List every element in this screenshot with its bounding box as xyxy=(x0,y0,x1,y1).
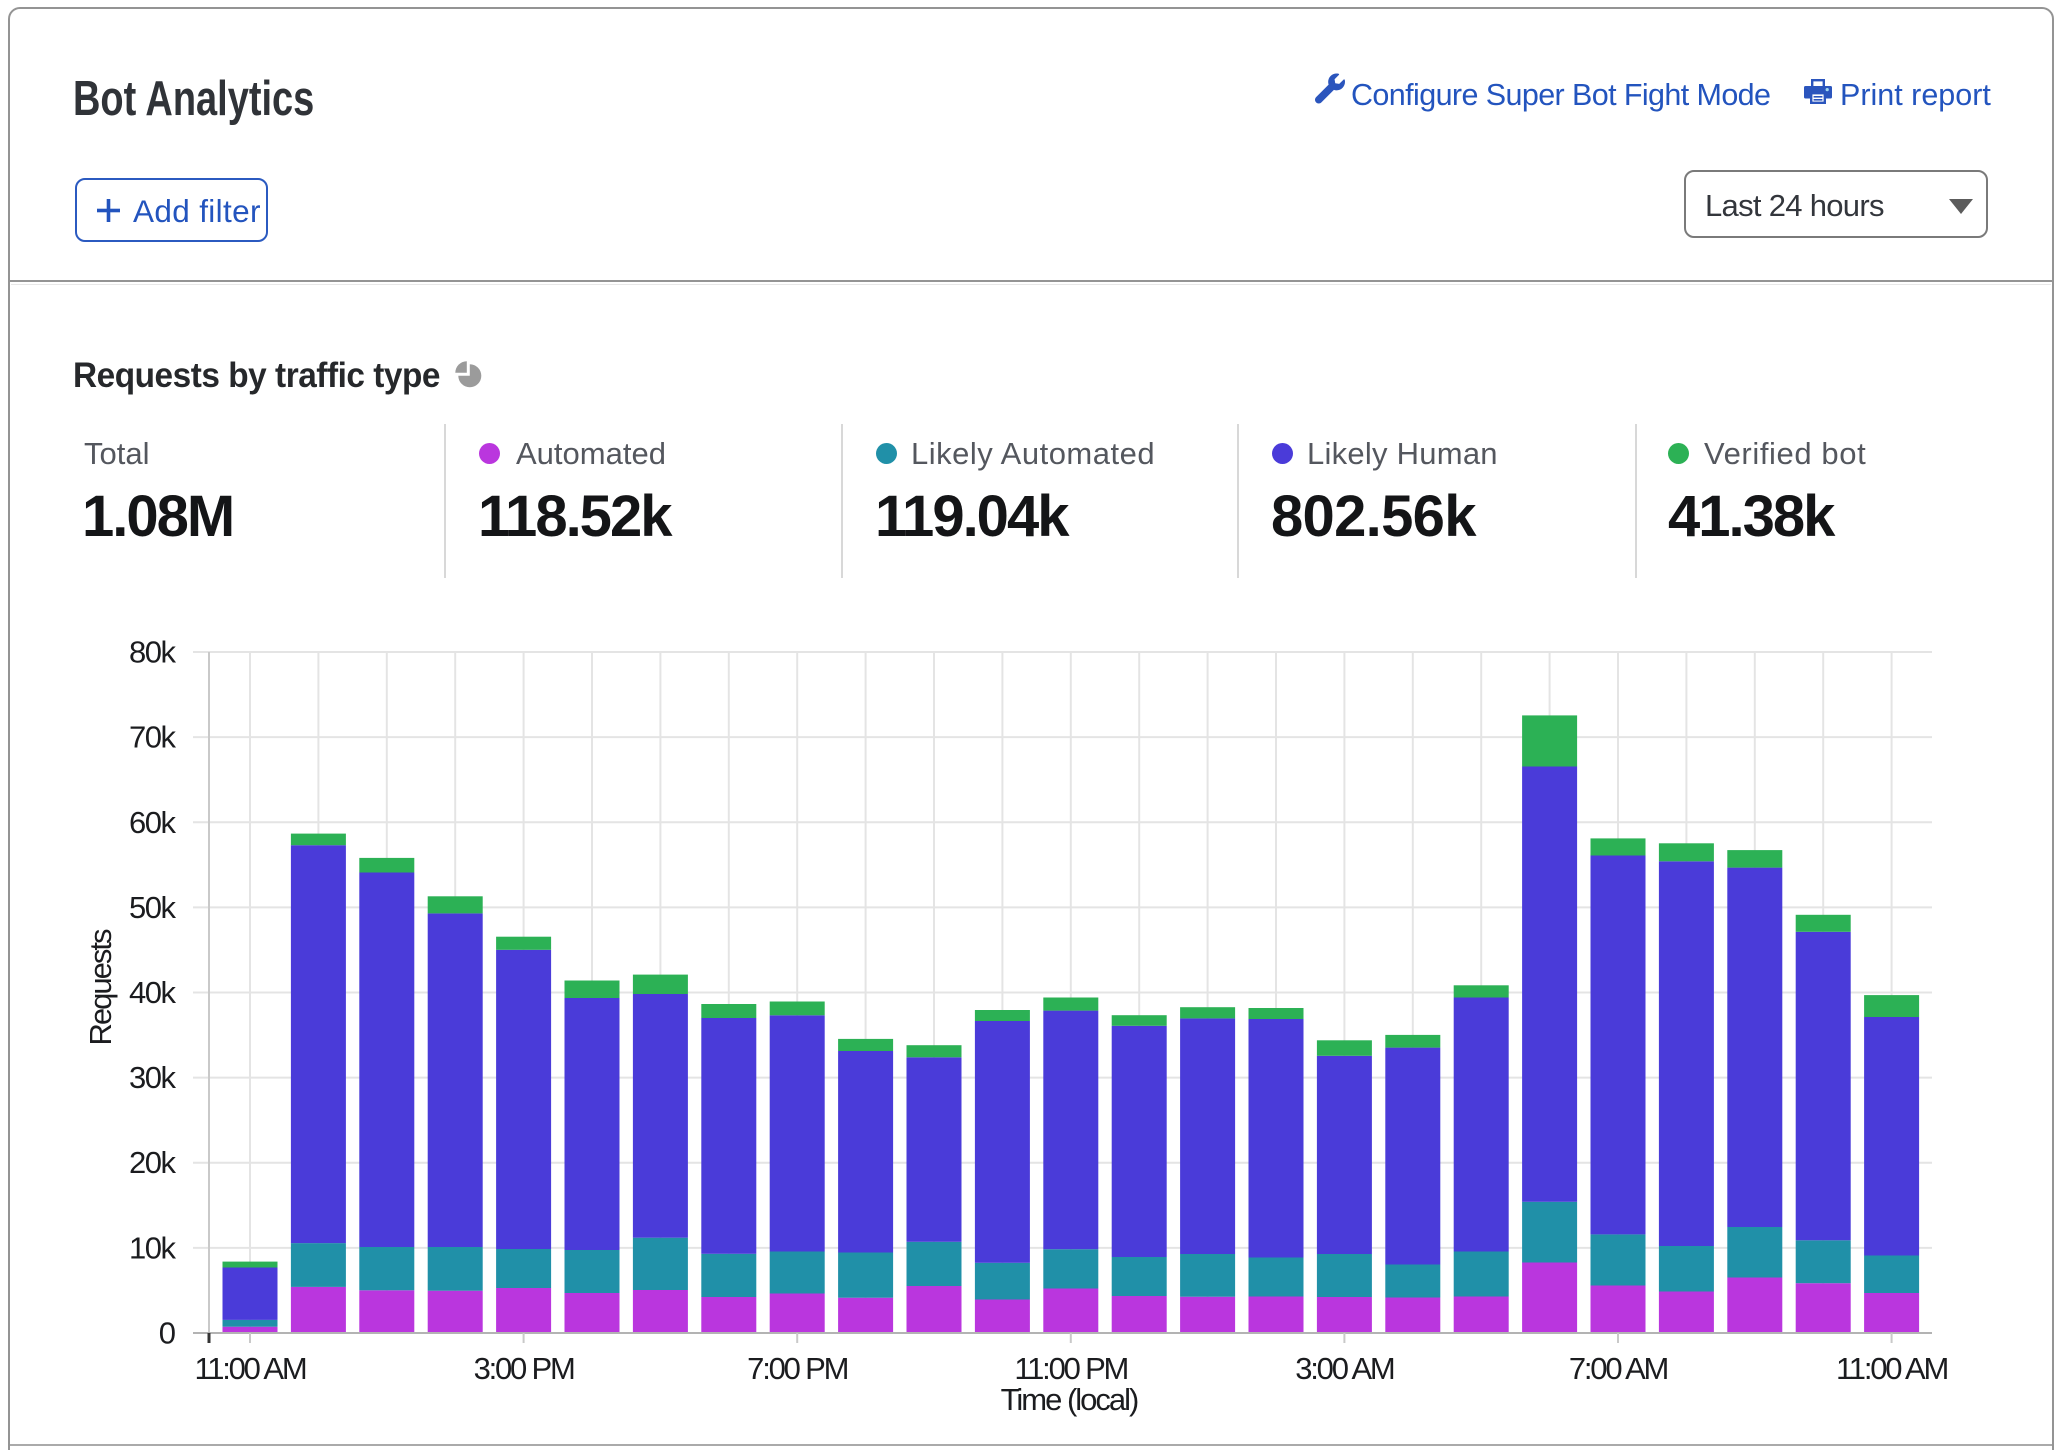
svg-text:Time (local): Time (local) xyxy=(1001,1382,1138,1417)
svg-text:11:00 PM: 11:00 PM xyxy=(1014,1351,1127,1386)
svg-text:11:00 AM: 11:00 AM xyxy=(1836,1351,1947,1386)
svg-text:10k: 10k xyxy=(129,1230,176,1265)
svg-text:30k: 30k xyxy=(129,1060,176,1095)
svg-text:3:00 AM: 3:00 AM xyxy=(1295,1351,1394,1386)
svg-text:0: 0 xyxy=(159,1316,176,1351)
svg-text:7:00 PM: 7:00 PM xyxy=(747,1351,847,1386)
svg-text:80k: 80k xyxy=(129,635,176,670)
svg-text:20k: 20k xyxy=(129,1145,176,1180)
svg-text:70k: 70k xyxy=(129,720,176,755)
svg-text:11:00 AM: 11:00 AM xyxy=(194,1351,305,1386)
svg-text:60k: 60k xyxy=(129,805,176,840)
svg-text:50k: 50k xyxy=(129,890,176,925)
svg-text:3:00 PM: 3:00 PM xyxy=(474,1351,574,1386)
svg-text:Requests: Requests xyxy=(83,929,118,1045)
svg-text:7:00 AM: 7:00 AM xyxy=(1569,1351,1668,1386)
svg-text:40k: 40k xyxy=(129,975,176,1010)
